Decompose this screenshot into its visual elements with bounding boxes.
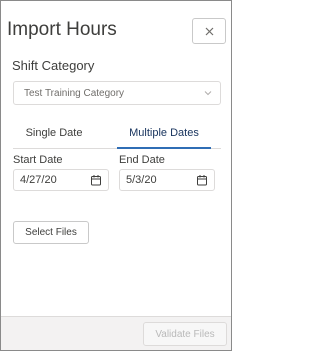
end-date-input[interactable]: 5/3/20: [119, 169, 215, 191]
close-button[interactable]: [192, 18, 226, 44]
dialog-footer: Validate Files: [1, 316, 231, 350]
chevron-down-icon: [204, 91, 212, 96]
calendar-icon[interactable]: [196, 174, 208, 186]
tab-multiple-dates[interactable]: Multiple Dates: [117, 118, 211, 149]
date-mode-tabs: Single Date Multiple Dates: [13, 118, 221, 149]
close-icon: [205, 27, 213, 35]
dialog-title: Import Hours: [7, 19, 117, 40]
start-date-label: Start Date: [13, 154, 63, 166]
import-hours-dialog: Import Hours Shift Category Test Trainin…: [0, 0, 232, 351]
tab-single-date[interactable]: Single Date: [13, 118, 95, 148]
start-date-value: 4/27/20: [20, 174, 57, 186]
shift-category-value: Test Training Category: [24, 88, 125, 99]
shift-category-label: Shift Category: [12, 58, 95, 73]
end-date-label: End Date: [119, 154, 165, 166]
validate-files-button[interactable]: Validate Files: [143, 322, 227, 346]
select-files-button[interactable]: Select Files: [13, 221, 89, 244]
calendar-icon[interactable]: [90, 174, 102, 186]
shift-category-select[interactable]: Test Training Category: [13, 81, 221, 105]
start-date-input[interactable]: 4/27/20: [13, 169, 109, 191]
end-date-value: 5/3/20: [126, 174, 157, 186]
